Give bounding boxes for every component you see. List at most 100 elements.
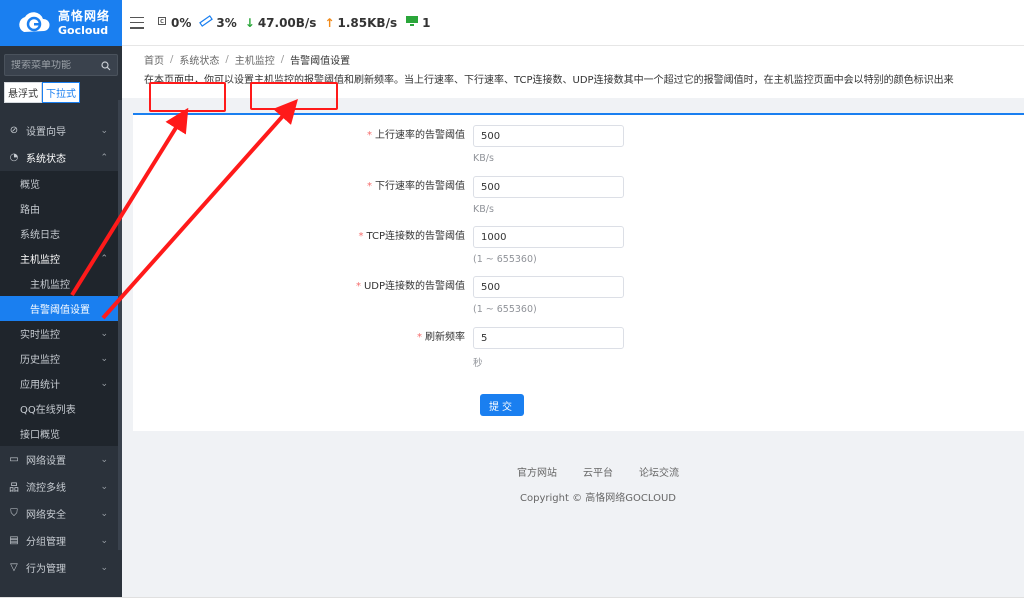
sidebar-item-label: 概览: [20, 180, 40, 191]
sidebar-item-label: 主机监控: [30, 280, 70, 291]
cpu-icon: C: [156, 15, 168, 30]
gocloud-logo-icon: [16, 8, 52, 38]
mode-float-button[interactable]: 悬浮式: [4, 82, 42, 103]
chevron-down-icon: ⌄: [100, 378, 108, 389]
breadcrumb-host-monitor[interactable]: 主机监控: [235, 52, 275, 67]
online-devices: 1: [405, 15, 430, 30]
chevron-down-icon: ⌄: [100, 454, 108, 465]
sidebar-item-host-monitor[interactable]: 主机监控: [0, 271, 122, 296]
memory-usage: 3%: [199, 15, 237, 30]
upload-threshold-label: 上行速率的告警阈值: [375, 130, 465, 141]
refresh-rate-input[interactable]: [473, 327, 624, 349]
udp-threshold-range: (1 ~ 655360): [473, 304, 537, 315]
menu-toggle-icon[interactable]: [130, 16, 144, 29]
form-row-upload: *上行速率的告警阈值 KB/s: [133, 125, 624, 164]
brand-name-en: Gocloud: [58, 24, 109, 37]
breadcrumb-current: 告警阈值设置: [290, 56, 351, 67]
upload-threshold-unit: KB/s: [473, 153, 494, 164]
breadcrumb-home[interactable]: 首页: [144, 52, 164, 67]
brand-logo[interactable]: 高恪网络 Gocloud: [0, 0, 122, 46]
sidebar: 高恪网络 Gocloud 悬浮式 下拉式 ⊘ 设置向导 ⌄ ◔ 系统状态 ⌃ 概…: [0, 0, 122, 597]
arrow-down-icon: ↓: [244, 15, 255, 30]
sidebar-item-label: 系统状态: [26, 154, 66, 165]
udp-threshold-label: UDP连接数的告警阈值: [363, 281, 465, 292]
search-icon[interactable]: [101, 60, 111, 71]
download-threshold-input[interactable]: [473, 176, 624, 198]
cpu-usage: C 0%: [156, 15, 191, 30]
sidebar-item-history-monitor[interactable]: 历史监控 ⌄: [0, 346, 122, 371]
sidebar-item-host-monitor-group[interactable]: 主机监控 ⌃: [0, 246, 122, 271]
chevron-down-icon: ⌄: [100, 562, 108, 573]
memory-icon: [199, 15, 214, 30]
sidebar-item-alarm-threshold[interactable]: 告警阈值设置: [0, 296, 122, 321]
sidebar-menu: ⊘ 设置向导 ⌄ ◔ 系统状态 ⌃ 概览 路由 系统日志 主机监控 ⌃ 主机监控…: [0, 117, 122, 581]
gauge-icon: ◔: [9, 152, 19, 163]
menu-mode-switch: 悬浮式 下拉式: [4, 82, 118, 103]
footer-link-forum[interactable]: 论坛交流: [639, 464, 679, 479]
download-speed: ↓ 47.00B/s: [245, 16, 317, 30]
submit-button[interactable]: 提交: [480, 394, 524, 416]
sidebar-item-app-stats[interactable]: 应用统计 ⌄: [0, 371, 122, 396]
sidebar-item-label: 路由: [20, 205, 40, 216]
threshold-form: *上行速率的告警阈值 KB/s *下行速率的告警阈值 KB/s *TCP连接数的…: [133, 113, 1024, 431]
breadcrumb-system-status[interactable]: 系统状态: [179, 52, 219, 67]
tcp-threshold-input[interactable]: [473, 226, 624, 248]
filter-icon: ▽: [10, 562, 18, 573]
refresh-rate-unit: 秒: [473, 358, 483, 369]
compass-icon: ⊘: [9, 125, 19, 136]
sidebar-item-label: 主机监控: [20, 255, 60, 266]
breadcrumb: 首页 / 系统状态 / 主机监控 / 告警阈值设置: [144, 52, 351, 67]
sidebar-item-label: 设置向导: [26, 127, 66, 138]
chevron-down-icon: ⌄: [100, 125, 108, 136]
chevron-down-icon: ⌄: [100, 508, 108, 519]
footer-link-cloud-platform[interactable]: 云平台: [583, 464, 613, 479]
sidebar-item-network-settings[interactable]: ▭ 网络设置 ⌄: [0, 446, 122, 473]
menu-search-input[interactable]: [11, 59, 101, 71]
shield-icon: ⛉: [10, 508, 18, 519]
sidebar-item-label: 网络安全: [26, 510, 66, 521]
host-monitor-submenu: 主机监控 告警阈值设置: [0, 271, 122, 321]
sidebar-item-overview[interactable]: 概览: [0, 171, 122, 196]
sidebar-item-behavior-management[interactable]: ▽ 行为管理 ⌄: [0, 554, 122, 581]
chevron-up-icon: ⌃: [100, 152, 108, 163]
sidebar-item-network-security[interactable]: ⛉ 网络安全 ⌄: [0, 500, 122, 527]
annotation-box-1: [149, 82, 226, 112]
sidebar-item-realtime-monitor[interactable]: 实时监控 ⌄: [0, 321, 122, 346]
upload-threshold-input[interactable]: [473, 125, 624, 147]
sidebar-item-system-status[interactable]: ◔ 系统状态 ⌃: [0, 144, 122, 171]
sidebar-item-routes[interactable]: 路由: [0, 196, 122, 221]
sidebar-item-flow-control[interactable]: 品 流控多线 ⌄: [0, 473, 122, 500]
upload-speed: ↑ 1.85KB/s: [324, 16, 397, 30]
tcp-threshold-range: (1 ~ 655360): [473, 254, 537, 265]
download-threshold-label: 下行速率的告警阈值: [375, 181, 465, 192]
form-row-tcp: *TCP连接数的告警阈值 (1 ~ 655360): [133, 226, 624, 265]
bottom-strip: [0, 597, 1024, 611]
sidebar-item-label: 系统日志: [20, 230, 60, 241]
brand-name-cn: 高恪网络: [58, 9, 111, 23]
form-row-refresh: *刷新频率 秒: [133, 327, 624, 369]
sidebar-item-label: QQ在线列表: [20, 405, 76, 416]
sidebar-item-label: 告警阈值设置: [30, 305, 90, 316]
sidebar-item-label: 流控多线: [26, 483, 66, 494]
download-threshold-unit: KB/s: [473, 204, 494, 215]
monitor-icon: ▭: [9, 454, 19, 465]
top-status-bar: C 0% 3% ↓ 47.00B/s ↑ 1.85KB/s 1: [122, 0, 1024, 46]
chevron-down-icon: ⌄: [100, 535, 108, 546]
sidebar-item-interface-overview[interactable]: 接口概览: [0, 421, 122, 446]
menu-search-box: [4, 54, 118, 76]
sidebar-item-setup-wizard[interactable]: ⊘ 设置向导 ⌄: [0, 117, 122, 144]
sidebar-item-system-log[interactable]: 系统日志: [0, 221, 122, 246]
svg-text:C: C: [160, 19, 164, 25]
tcp-threshold-label: TCP连接数的告警阈值: [366, 231, 465, 242]
sidebar-item-group-management[interactable]: ▤ 分组管理 ⌄: [0, 527, 122, 554]
form-row-udp: *UDP连接数的告警阈值 (1 ~ 655360): [133, 276, 624, 315]
chevron-down-icon: ⌄: [100, 481, 108, 492]
mode-dropdown-button[interactable]: 下拉式: [42, 82, 80, 103]
footer-link-official-site[interactable]: 官方网站: [517, 464, 557, 479]
udp-threshold-input[interactable]: [473, 276, 624, 298]
cpu-value: 0%: [171, 15, 192, 30]
sidebar-item-qq-online[interactable]: QQ在线列表: [0, 396, 122, 421]
sidebar-item-label: 应用统计: [20, 380, 60, 391]
sidebar-item-label: 行为管理: [26, 564, 66, 575]
download-value: 47.00B/s: [257, 15, 317, 30]
